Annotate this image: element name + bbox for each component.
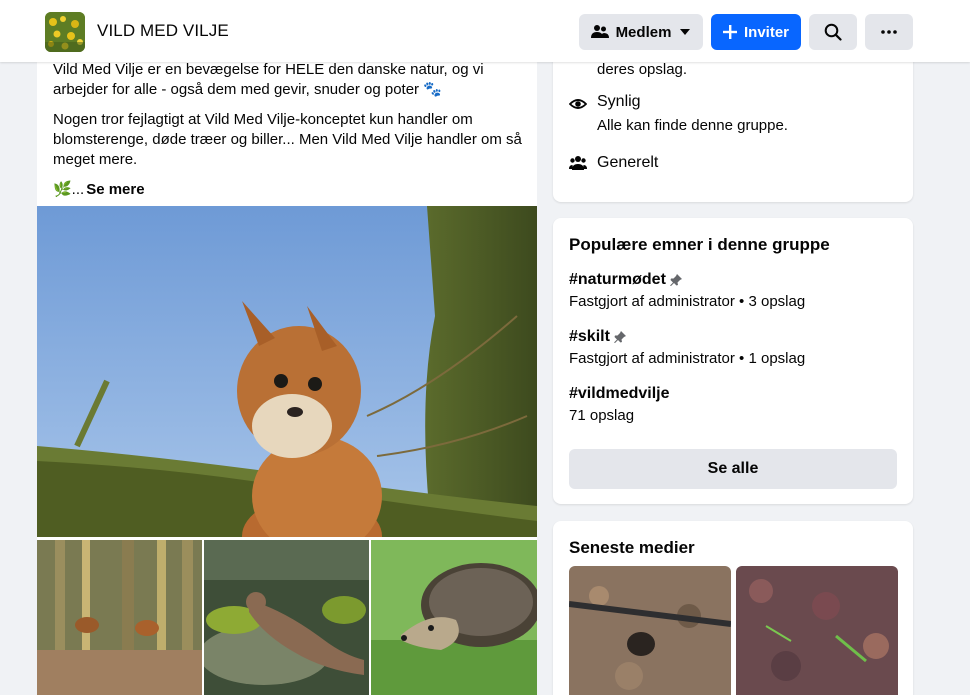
topic-meta: Fastgjort af administrator • 3 opslag — [569, 293, 806, 310]
group-info-card: deres opslag. Synlig Alle kan finde denn… — [553, 40, 913, 202]
topic-tag-skilt[interactable]: #skilt — [569, 328, 626, 346]
pin-icon — [613, 331, 626, 343]
recent-media-title: Seneste medier — [569, 538, 695, 557]
topic-meta: Fastgjort af administrator • 1 opslag — [569, 350, 806, 367]
topic-tag-vildmedvilje[interactable]: #vildmedvilje — [569, 385, 670, 403]
group-header-bar: VILD MED VILJE Medlem Inviter — [0, 0, 970, 62]
plus-icon — [722, 25, 737, 39]
member-button[interactable]: Medlem — [579, 14, 703, 50]
eye-icon — [568, 95, 588, 113]
deer-forest-photo[interactable] — [37, 540, 202, 695]
about-partial-text: deres opslag. — [597, 61, 688, 78]
search-icon — [824, 23, 842, 41]
hedgehog-photo[interactable] — [371, 540, 537, 695]
topic-tag-label: #skilt — [569, 328, 610, 345]
caret-down-icon — [679, 28, 691, 36]
popular-topics-card: Populære emner i denne gruppe #naturmøde… — [553, 218, 913, 504]
invite-label: Inviter — [743, 23, 789, 41]
group-about-post: Vild Med Vilje er en bevægelse for HELE … — [37, 62, 537, 695]
group-cover-thumbnail[interactable] — [45, 12, 85, 52]
invite-button[interactable]: Inviter — [711, 14, 801, 50]
see-more-link[interactable]: Se mere — [86, 180, 144, 200]
otter-photo[interactable] — [204, 540, 369, 695]
topic-meta: 71 opslag — [569, 407, 635, 424]
see-more-prefix: 🌿... — [53, 181, 85, 198]
more-options-button[interactable] — [865, 14, 913, 50]
people-icon — [569, 155, 587, 173]
visibility-title: Synlig — [597, 93, 641, 110]
member-label: Medlem — [615, 23, 672, 41]
media-thumbnail-leaves[interactable] — [736, 566, 898, 695]
topic-tag-naturmodet[interactable]: #naturmødet — [569, 271, 682, 289]
topic-tag-label: #vildmedvilje — [569, 385, 670, 402]
general-title: Generelt — [597, 154, 659, 171]
pin-icon — [669, 274, 682, 286]
visibility-description: Alle kan finde denne gruppe. — [597, 117, 788, 134]
media-thumbnail-hole[interactable] — [569, 566, 731, 695]
popular-topics-title: Populære emner i denne gruppe — [569, 235, 830, 254]
post-text: Vild Med Vilje er en bevægelse for HELE … — [53, 62, 523, 200]
see-all-button[interactable]: Se alle — [569, 449, 897, 489]
photo-row — [37, 540, 537, 695]
people-icon — [590, 24, 609, 40]
topic-tag-label: #naturmødet — [569, 271, 666, 288]
see-more-row: 🌿... Se mere — [53, 180, 523, 200]
post-paragraph-1: Vild Med Vilje er en bevægelse for HELE … — [53, 62, 484, 98]
recent-media-card: Seneste medier — [553, 521, 913, 695]
search-button[interactable] — [809, 14, 857, 50]
squirrel-photo[interactable] — [37, 206, 537, 537]
post-paragraph-2: Nogen tror fejlagtigt at Vild Med Vilje-… — [53, 111, 522, 168]
more-dots-icon — [881, 30, 897, 34]
group-name[interactable]: VILD MED VILJE — [97, 21, 229, 41]
